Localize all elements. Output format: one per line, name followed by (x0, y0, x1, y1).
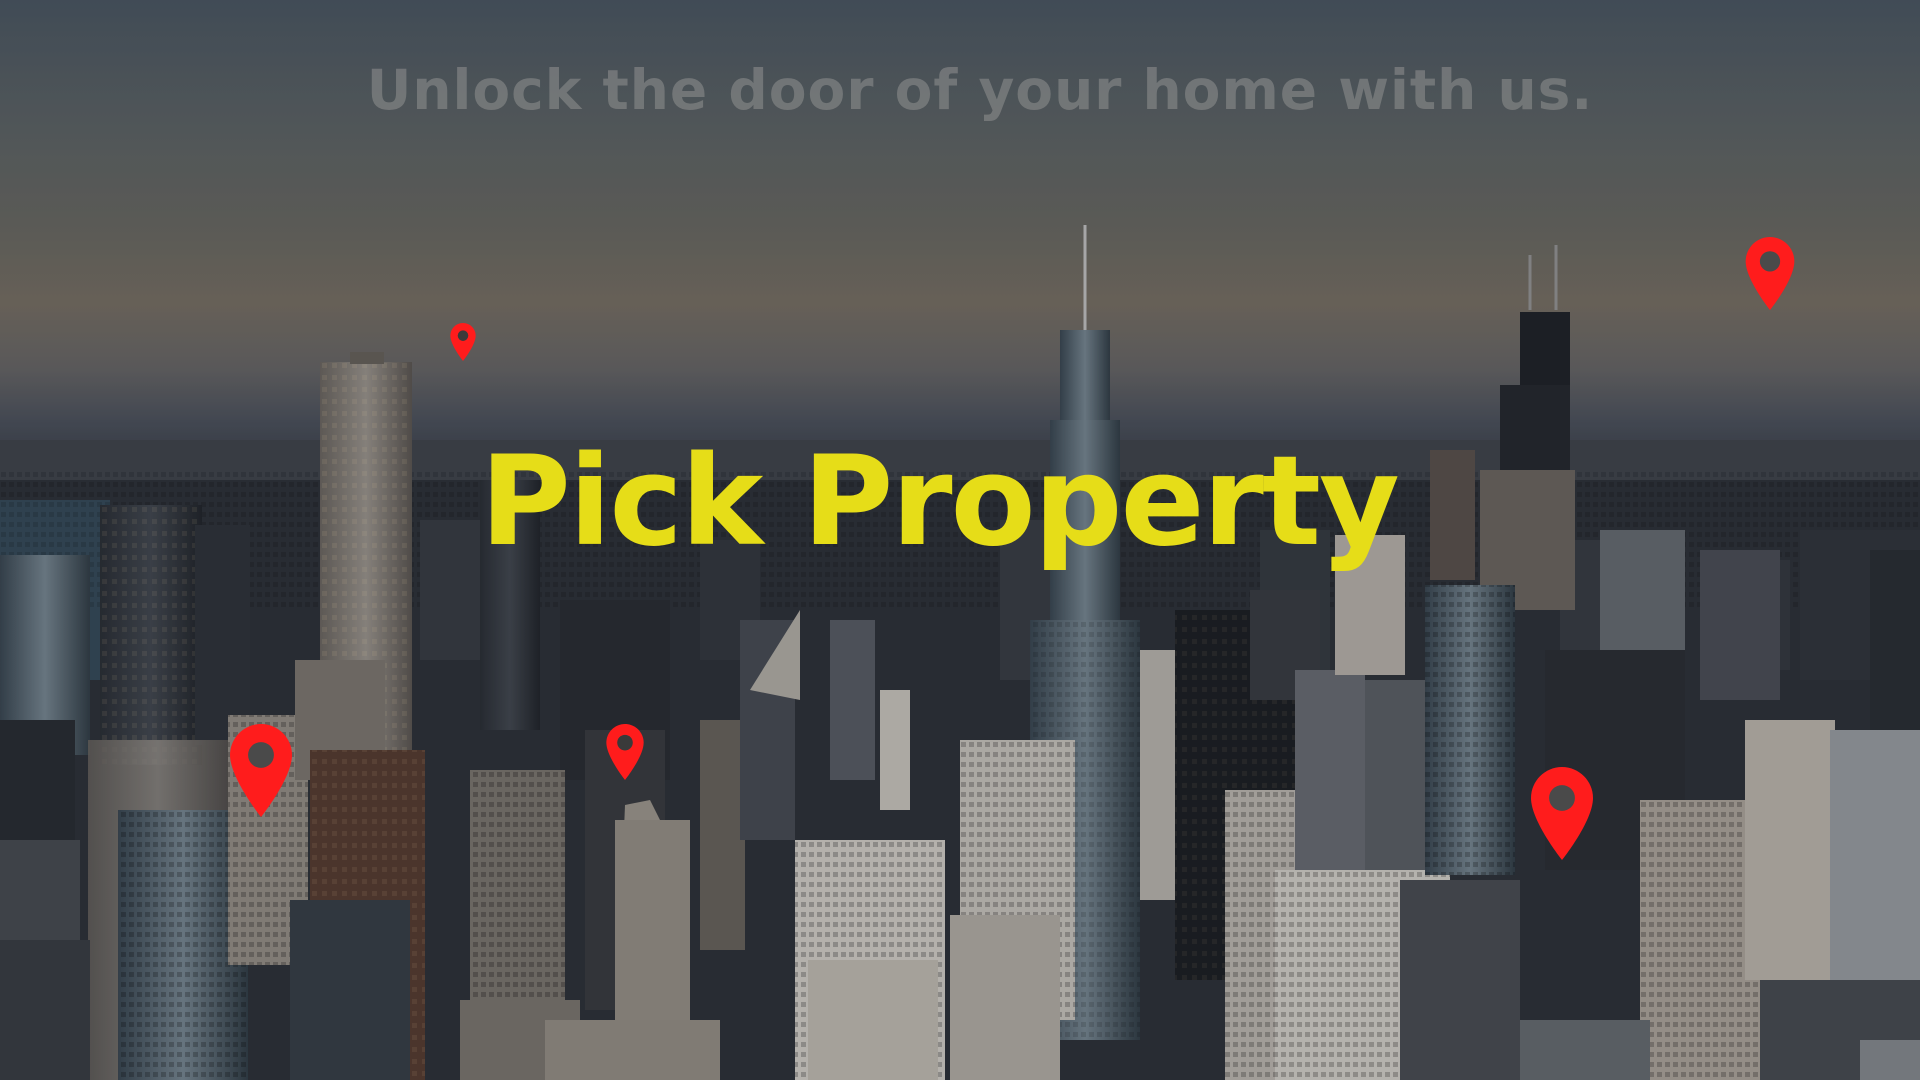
hero-tagline: Unlock the door of your home with us. (366, 58, 1594, 122)
hero-section: Unlock the door of your home with us. Pi… (0, 0, 1920, 1080)
map-pin-icon (606, 724, 644, 780)
map-pin-icon (1745, 237, 1795, 310)
map-pin-icon (450, 323, 476, 361)
map-pin-icon (230, 724, 292, 817)
brand-title: Pick Property (480, 430, 1400, 574)
map-pin-icon (1531, 767, 1593, 860)
